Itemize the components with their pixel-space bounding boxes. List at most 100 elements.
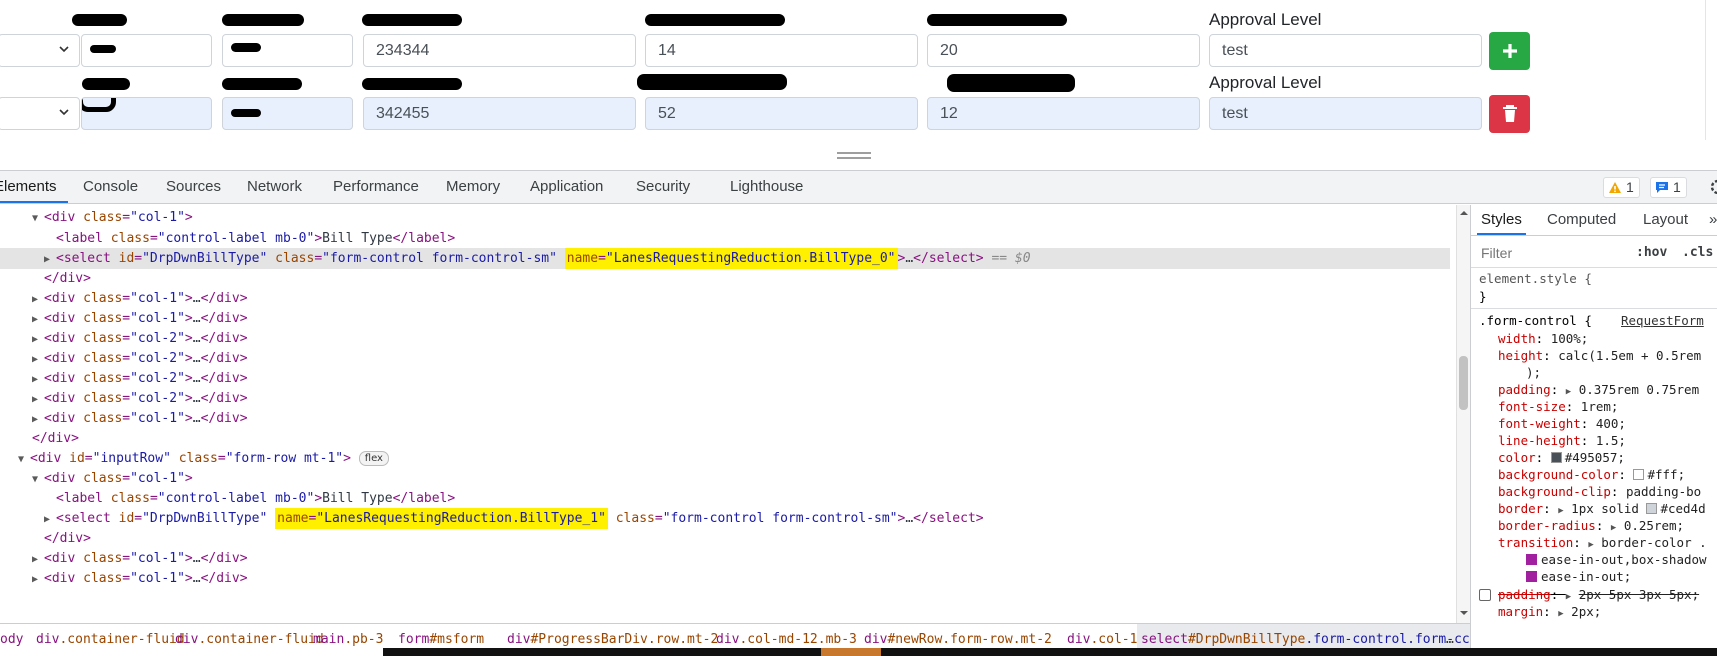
color-swatch[interactable] <box>1550 452 1562 463</box>
add-row-button[interactable] <box>1489 32 1530 70</box>
tab-computed[interactable]: Computed <box>1547 205 1616 235</box>
tab-network[interactable]: Network <box>247 171 302 203</box>
dom-line[interactable]: ▶ <div class="col-1">…</div> <box>0 408 1450 429</box>
page-scrollbar[interactable] <box>1705 0 1717 140</box>
origin-input-0[interactable] <box>81 34 212 67</box>
tab-elements[interactable]: Elements <box>0 171 68 203</box>
collapsed-triangle-icon[interactable]: ▶ <box>32 329 44 350</box>
dom-line[interactable]: </div> <box>0 528 1450 549</box>
elements-dom-tree[interactable]: ▼ <div class="col-1"> <label class="contr… <box>0 205 1457 623</box>
scroll-down-icon[interactable] <box>1458 609 1470 617</box>
expand-triangle-icon[interactable]: ▶ <box>1558 609 1563 619</box>
expanded-triangle-icon[interactable]: ▼ <box>18 449 30 470</box>
approval-level-input-0[interactable]: test <box>1209 34 1482 67</box>
expanded-triangle-icon[interactable]: ▼ <box>32 469 44 490</box>
tab-application[interactable]: Application <box>530 171 603 203</box>
approval-level-input-1[interactable]: test <box>1209 97 1482 130</box>
tab-layout[interactable]: Layout <box>1643 205 1688 235</box>
destination-input-0[interactable] <box>222 34 353 67</box>
rate-2-input-0[interactable]: 20 <box>927 34 1200 67</box>
requested-input-1[interactable]: 342455 <box>363 97 636 130</box>
tab-console[interactable]: Console <box>83 171 138 203</box>
devtools-resize-handle[interactable] <box>837 152 871 159</box>
breadcrumb-item[interactable]: main.pb-3 <box>313 624 383 656</box>
expand-triangle-icon[interactable]: ▶ <box>1611 523 1616 533</box>
elements-scrollbar[interactable] <box>1456 205 1470 623</box>
rate-2-input-1[interactable]: 12 <box>927 97 1200 130</box>
tab-styles[interactable]: Styles <box>1477 205 1526 235</box>
breadcrumb-item[interactable]: ody <box>0 624 23 656</box>
dom-line[interactable]: ▶ <div class="col-2">…</div> <box>0 388 1450 409</box>
dom-line[interactable]: ▶ <div class="col-1">…</div> <box>0 288 1450 309</box>
dom-line[interactable]: ▶ <select id="DrpDwnBillType" name="Lanes… <box>0 508 1450 529</box>
dom-line-selected[interactable]: ▶ <select id="DrpDwnBillType" class="form… <box>0 248 1450 269</box>
breadcrumb-item[interactable]: div.container-fluid <box>36 624 185 656</box>
style-prop-height[interactable]: height: calc(1.5em + 0.5rem <box>1498 347 1701 365</box>
dom-line[interactable]: </div> <box>0 428 1450 449</box>
easing-editor-icon[interactable] <box>1526 554 1537 565</box>
tab-security[interactable]: Security <box>636 171 690 203</box>
tab-performance[interactable]: Performance <box>333 171 419 203</box>
expand-triangle-icon[interactable]: ▶ <box>1566 387 1571 397</box>
dom-line[interactable]: ▶ <div class="col-2">…</div> <box>0 328 1450 349</box>
rule-selector[interactable]: .form-control { <box>1479 312 1592 330</box>
dom-line[interactable]: ▼ <div class="col-1"> <box>0 468 1450 489</box>
style-prop-transition-easing-1[interactable]: ease-in-out,box-shadow <box>1526 551 1707 569</box>
dom-line[interactable]: ▼ <div id="inputRow" class="form-row mt-1… <box>0 448 1450 469</box>
warnings-badge[interactable]: 1 <box>1603 177 1640 198</box>
tab-lighthouse[interactable]: Lighthouse <box>730 171 803 203</box>
expand-triangle-icon[interactable]: ▶ <box>1558 506 1563 516</box>
dom-line[interactable]: ▶ <div class="col-1">…</div> <box>0 308 1450 329</box>
style-prop-background-color[interactable]: background-color: #fff; <box>1498 466 1685 484</box>
tab-memory[interactable]: Memory <box>446 171 500 203</box>
settings-gear-icon[interactable] <box>1710 179 1717 195</box>
hov-toggle[interactable]: :hov <box>1636 240 1667 266</box>
scrollbar-thumb[interactable] <box>1459 356 1468 410</box>
dom-line[interactable]: ▶ <div class="col-2">…</div> <box>0 348 1450 369</box>
collapsed-triangle-icon[interactable]: ▶ <box>32 369 44 390</box>
style-prop-font-weight[interactable]: font-weight: 400; <box>1498 415 1626 433</box>
rate-sgd-input-1[interactable]: 52 <box>645 97 918 130</box>
color-swatch[interactable] <box>1646 503 1658 514</box>
style-prop-width[interactable]: width: 100%; <box>1498 330 1588 348</box>
collapsed-triangle-icon[interactable]: ▶ <box>32 549 44 570</box>
cls-toggle[interactable]: .cls <box>1682 240 1713 266</box>
collapsed-triangle-icon[interactable]: ▶ <box>32 389 44 410</box>
delete-row-button[interactable] <box>1489 95 1530 133</box>
origin-input-1[interactable] <box>81 97 212 130</box>
color-swatch[interactable] <box>1633 469 1645 480</box>
tab-sources[interactable]: Sources <box>166 171 221 203</box>
dom-line[interactable]: <label class="control-label mb-0">Bill T… <box>0 488 1450 509</box>
rate-sgd-input-0[interactable]: 14 <box>645 34 918 67</box>
more-tabs-button[interactable]: » <box>1709 205 1717 235</box>
messages-badge[interactable]: 1 <box>1650 177 1687 198</box>
style-prop-color[interactable]: color: #495057; <box>1498 449 1625 467</box>
bill-type-select-1[interactable] <box>0 97 80 130</box>
breadcrumb-item[interactable]: div.container-fluid <box>175 624 324 656</box>
collapsed-triangle-icon[interactable]: ▶ <box>32 349 44 370</box>
style-prop-transition-easing-2[interactable]: ease-in-out; <box>1526 568 1631 586</box>
dom-line[interactable]: ▼ <div class="col-1"> <box>0 207 1450 228</box>
collapsed-triangle-icon[interactable]: ▶ <box>32 289 44 310</box>
style-prop-line-height[interactable]: line-height: 1.5; <box>1498 432 1626 450</box>
dom-line[interactable]: ▶ <div class="col-1">…</div> <box>0 548 1450 569</box>
rule-source-link[interactable]: RequestForm <box>1621 312 1704 330</box>
dom-line[interactable]: <label class="control-label mb-0">Bill T… <box>0 228 1450 249</box>
expand-triangle-icon[interactable]: ▶ <box>1588 540 1593 550</box>
requested-input-0[interactable]: 234344 <box>363 34 636 67</box>
style-prop-font-size[interactable]: font-size: 1rem; <box>1498 398 1618 416</box>
style-prop-background-clip[interactable]: background-clip: padding-bo <box>1498 483 1701 501</box>
styles-filter-input[interactable]: Filter <box>1477 240 1627 266</box>
dom-line[interactable]: ▶ <div class="col-1">…</div> <box>0 568 1450 589</box>
property-checkbox[interactable] <box>1479 589 1491 601</box>
flex-badge[interactable]: flex <box>358 451 389 466</box>
dom-line[interactable]: </div> <box>0 268 1450 289</box>
scroll-up-icon[interactable] <box>1458 209 1470 217</box>
collapsed-triangle-icon[interactable]: ▶ <box>32 309 44 330</box>
expand-triangle-icon[interactable]: ▶ <box>1566 592 1571 602</box>
style-prop-margin[interactable]: margin: ▶ 2px; <box>1498 603 1601 623</box>
collapsed-triangle-icon[interactable]: ▶ <box>44 249 56 270</box>
destination-input-1[interactable] <box>222 97 353 130</box>
collapsed-triangle-icon[interactable]: ▶ <box>32 409 44 430</box>
element-style-rule[interactable]: element.style { <box>1479 270 1592 288</box>
